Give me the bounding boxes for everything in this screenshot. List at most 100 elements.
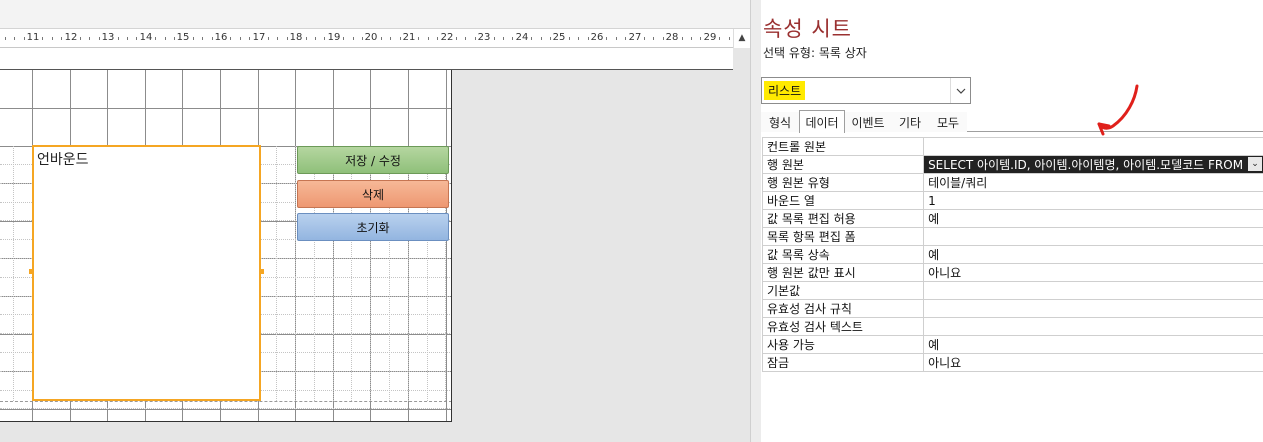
tab-other[interactable]: 기타 xyxy=(891,112,929,132)
app-window: 11 12 13 14 15 16 17 18 19 20 21 22 23 24 25 26 27 28 29 ▲… xyxy=(0,0,1263,442)
property-name: 기본값 xyxy=(761,281,925,300)
object-selector-combo[interactable]: 리스트 xyxy=(761,77,971,104)
ruler-tick xyxy=(729,37,730,40)
ruler-tick xyxy=(494,37,495,40)
property-value[interactable] xyxy=(923,317,1263,336)
property-name: 유효성 검사 텍스트 xyxy=(761,317,925,336)
property-grid: 컨트롤 원본 행 원본 SELECT 아이템.ID, 아이템.아이템명, 아이템… xyxy=(761,137,1263,372)
ruler-tick xyxy=(99,37,100,40)
ruler-tick xyxy=(89,37,90,40)
property-value[interactable]: 테이블/쿼리 xyxy=(923,173,1263,192)
property-value[interactable]: 예 xyxy=(923,209,1263,228)
listbox-control[interactable]: 언바운드 xyxy=(29,145,264,401)
property-name: 행 원본 xyxy=(761,155,925,174)
ruler-number: 13 xyxy=(101,32,115,43)
scroll-up-arrow-icon[interactable]: ▲ xyxy=(733,29,750,48)
ruler-number: 16 xyxy=(214,32,228,43)
ruler-tick xyxy=(691,37,692,40)
tab-event[interactable]: 이벤트 xyxy=(845,112,891,132)
ruler-number: 11 xyxy=(26,32,40,43)
chevron-down-icon[interactable] xyxy=(950,78,970,103)
ruler-number: 18 xyxy=(289,32,303,43)
property-row-inherit-value-list[interactable]: 값 목록 상속 예 xyxy=(761,245,1263,264)
property-row-locked[interactable]: 잠금 아니요 xyxy=(761,353,1263,372)
ruler-tick xyxy=(42,37,43,40)
property-sheet-body: 속성 시트 선택 유형: 목록 상자 리스트 형식 데이터 이벤트 기타 모두 … xyxy=(761,0,1263,442)
ruler-tick xyxy=(428,37,429,40)
horizontal-ruler: 11 12 13 14 15 16 17 18 19 20 21 22 23 24 25 26 27 28 29 xyxy=(0,29,733,48)
property-row-row-source-type[interactable]: 행 원본 유형 테이블/쿼리 xyxy=(761,173,1263,192)
property-row-show-only-row-source-values[interactable]: 행 원본 값만 표시 아니요 xyxy=(761,263,1263,282)
ruler-tick xyxy=(165,37,166,40)
ruler-tick xyxy=(550,37,551,40)
property-row-validation-rule[interactable]: 유효성 검사 규칙 xyxy=(761,299,1263,318)
ruler-number: 26 xyxy=(590,32,604,43)
delete-button[interactable]: 삭제 xyxy=(297,180,449,208)
property-value[interactable]: 아니요 xyxy=(923,263,1263,282)
property-value-row-source[interactable]: SELECT 아이템.ID, 아이템.아이템명, 아이템.모델코드 FROM ⌄ xyxy=(923,155,1263,174)
property-row-bound-column[interactable]: 바운드 열 1 xyxy=(761,191,1263,210)
red-arrow-annotation-icon xyxy=(1097,84,1139,136)
property-value[interactable]: 아니요 xyxy=(923,353,1263,372)
ruler-tick xyxy=(682,37,683,40)
property-row-control-source[interactable]: 컨트롤 원본 xyxy=(761,137,1263,156)
ruler-number: 17 xyxy=(252,32,266,43)
ruler-tick xyxy=(118,37,119,40)
property-name: 값 목록 편집 허용 xyxy=(761,209,925,228)
ruler-tick xyxy=(193,37,194,40)
property-row-validation-text[interactable]: 유효성 검사 텍스트 xyxy=(761,317,1263,336)
ruler-tick xyxy=(541,37,542,40)
ruler-tick xyxy=(606,37,607,40)
grid-dot-line xyxy=(0,408,451,409)
property-row-row-source[interactable]: 행 원본 SELECT 아이템.ID, 아이템.아이템명, 아이템.모델코드 F… xyxy=(761,155,1263,174)
tab-format[interactable]: 형식 xyxy=(761,112,799,132)
property-value[interactable]: 예 xyxy=(923,335,1263,354)
ruler-number: 20 xyxy=(364,32,378,43)
property-value[interactable] xyxy=(923,281,1263,300)
property-value[interactable] xyxy=(923,299,1263,318)
save-edit-button[interactable]: 저장 / 수정 xyxy=(297,146,449,174)
ruler-tick xyxy=(249,37,250,40)
tab-data[interactable]: 데이터 xyxy=(799,110,845,133)
dropdown-arrow-icon[interactable]: ⌄ xyxy=(1248,157,1262,171)
grid-dot-line xyxy=(295,146,296,401)
ruler-tick xyxy=(700,37,701,40)
vertical-scrollbar[interactable] xyxy=(734,48,750,442)
ruler-tick xyxy=(277,37,278,40)
ruler-number: 28 xyxy=(665,32,679,43)
property-name: 행 원본 유형 xyxy=(761,173,925,192)
ruler-tick xyxy=(418,37,419,40)
tab-all[interactable]: 모두 xyxy=(929,112,967,132)
grid-line xyxy=(446,70,447,421)
ruler-tick xyxy=(268,37,269,40)
property-row-allow-value-list-edits[interactable]: 값 목록 편집 허용 예 xyxy=(761,209,1263,228)
ruler-tick xyxy=(644,37,645,40)
property-name: 컨트롤 원본 xyxy=(761,137,925,156)
property-name: 값 목록 상속 xyxy=(761,245,925,264)
ruler-tick xyxy=(503,37,504,40)
selection-type-label: 선택 유형: 목록 상자 xyxy=(763,46,867,60)
form-header-section[interactable] xyxy=(0,48,733,70)
property-value[interactable]: 1 xyxy=(923,191,1263,210)
reset-button[interactable]: 초기화 xyxy=(297,213,449,241)
ruler-number: 19 xyxy=(327,32,341,43)
property-value[interactable] xyxy=(923,227,1263,246)
property-row-enabled[interactable]: 사용 가능 예 xyxy=(761,335,1263,354)
ruler-tick xyxy=(315,37,316,40)
property-row-list-items-edit-form[interactable]: 목록 항목 편집 폼 xyxy=(761,227,1263,246)
property-name: 목록 항목 편집 폼 xyxy=(761,227,925,246)
ruler-number: 15 xyxy=(176,32,190,43)
ruler-tick xyxy=(343,37,344,40)
resize-handle-right[interactable] xyxy=(260,269,264,274)
ruler-tick xyxy=(625,37,626,40)
ruler-tick xyxy=(240,37,241,40)
form-detail-section[interactable]: 언바운드 저장 / 수정삭제초기화 xyxy=(0,70,452,422)
resize-handle-left[interactable] xyxy=(29,269,33,274)
property-row-default-value[interactable]: 기본값 xyxy=(761,281,1263,300)
ruler-tick xyxy=(324,37,325,40)
row-source-sql-text[interactable]: SELECT 아이템.ID, 아이템.아이템명, 아이템.모델코드 FROM xyxy=(928,158,1243,172)
ruler-number: 22 xyxy=(440,32,454,43)
ruler-tick xyxy=(230,37,231,40)
property-value[interactable]: 예 xyxy=(923,245,1263,264)
ruler-number: 12 xyxy=(64,32,78,43)
